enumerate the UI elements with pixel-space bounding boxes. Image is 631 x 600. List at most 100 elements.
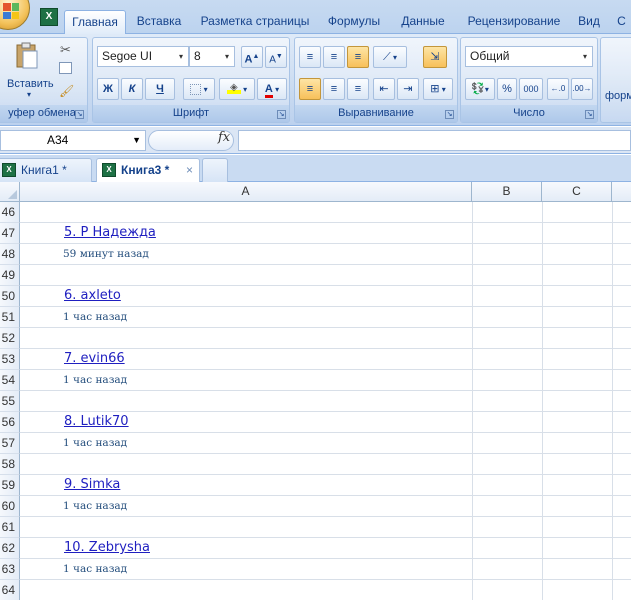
align-middle-button[interactable]: ≡ xyxy=(323,46,345,68)
fill-color-button[interactable]: ◈ ▾ xyxy=(219,78,255,100)
paste-dropdown-icon[interactable]: ▾ xyxy=(27,90,31,99)
column-header-b[interactable]: B xyxy=(472,182,542,202)
currency-button[interactable]: 💱▾ xyxy=(465,78,495,100)
row-header[interactable]: 46 xyxy=(0,202,20,223)
table-row[interactable] xyxy=(20,328,631,349)
number-launcher-icon[interactable]: ↘ xyxy=(585,110,594,119)
font-color-button[interactable]: A ▾ xyxy=(257,78,287,100)
align-right-button[interactable]: ≡ xyxy=(347,78,369,100)
row-header[interactable]: 54 xyxy=(0,370,20,391)
row-header[interactable]: 47 xyxy=(0,223,20,244)
row-header[interactable]: 60 xyxy=(0,496,20,517)
time-ago-cell: 1 час назад xyxy=(63,374,128,386)
column-header-a[interactable]: A xyxy=(20,182,472,202)
user-link-cell[interactable]: 10. Zebrysha xyxy=(64,538,150,558)
font-size-combo[interactable]: 8 ▾ xyxy=(189,46,235,67)
decrease-decimal-button[interactable]: .00→ xyxy=(571,78,593,100)
table-row[interactable] xyxy=(20,265,631,286)
thousands-button[interactable]: 000 xyxy=(519,78,543,100)
orientation-button[interactable]: ⟋ ▾ xyxy=(373,46,407,68)
tab-home[interactable]: Главная xyxy=(64,10,126,35)
align-bottom-button[interactable]: ≡ xyxy=(347,46,369,68)
number-group: Общий ▾ 💱▾ % 000 ←.0 .00→ Число ↘ xyxy=(460,37,598,123)
name-box[interactable]: A34 ▼ xyxy=(0,130,146,151)
chevron-down-icon[interactable]: ▾ xyxy=(578,47,592,66)
user-link-cell[interactable]: 8. Lutik70 xyxy=(64,412,129,432)
cut-icon[interactable]: ✂ xyxy=(60,42,71,58)
align-left-button[interactable]: ≡ xyxy=(299,78,321,100)
decrease-indent-button[interactable]: ⇤ xyxy=(373,78,395,100)
wrap-text-button[interactable]: ⇲ xyxy=(423,46,447,68)
row-header[interactable]: 51 xyxy=(0,307,20,328)
format-painter-icon[interactable]: 🖌 xyxy=(59,84,74,98)
percent-button[interactable]: % xyxy=(497,78,517,100)
chevron-down-icon[interactable]: ▾ xyxy=(220,47,234,66)
font-launcher-icon[interactable]: ↘ xyxy=(277,110,286,119)
table-row[interactable] xyxy=(20,391,631,412)
tab-page-layout[interactable]: Разметка страницы xyxy=(196,10,314,34)
row-header[interactable]: 48 xyxy=(0,244,20,265)
increase-decimal-button[interactable]: ←.0 xyxy=(547,78,569,100)
office-button[interactable] xyxy=(0,0,30,30)
workbook-tab-kniga3[interactable]: X Книга3 * × xyxy=(96,158,200,182)
insert-function-icon[interactable]: fx xyxy=(218,130,230,145)
row-header[interactable]: 58 xyxy=(0,454,20,475)
table-row[interactable] xyxy=(20,580,631,600)
increase-indent-button[interactable]: ⇥ xyxy=(397,78,419,100)
row-header[interactable]: 57 xyxy=(0,433,20,454)
time-ago-cell: 1 час назад xyxy=(63,500,128,512)
merge-cells-button[interactable]: ⊞ ▾ xyxy=(423,78,453,100)
workbook-tab-kniga1[interactable]: X Книга1 * xyxy=(0,158,92,182)
row-header[interactable]: 63 xyxy=(0,559,20,580)
tab-data[interactable]: Данные xyxy=(396,10,450,34)
bold-button[interactable]: Ж xyxy=(97,78,119,100)
row-header[interactable]: 49 xyxy=(0,265,20,286)
conditional-format-label[interactable]: форм xyxy=(605,90,631,102)
align-top-button[interactable]: ≡ xyxy=(299,46,321,68)
row-header[interactable]: 55 xyxy=(0,391,20,412)
chevron-down-icon[interactable]: ▾ xyxy=(174,47,188,66)
row-header[interactable]: 52 xyxy=(0,328,20,349)
row-header[interactable]: 50 xyxy=(0,286,20,307)
grow-font-button[interactable]: A▲ xyxy=(241,46,263,68)
clipboard-group: Вставить ▾ ✂ 🖌 уфер обмена ↘ xyxy=(0,37,88,123)
paste-label[interactable]: Вставить xyxy=(7,78,54,90)
row-header[interactable]: 56 xyxy=(0,412,20,433)
column-header-c[interactable]: C xyxy=(542,182,612,202)
user-link-cell[interactable]: 5. Р Надежда xyxy=(64,223,156,243)
tab-view[interactable]: Вид xyxy=(574,10,604,34)
table-row[interactable] xyxy=(20,202,631,223)
table-row[interactable] xyxy=(20,454,631,475)
table-row[interactable] xyxy=(20,517,631,538)
paste-icon[interactable] xyxy=(15,42,39,70)
column-header-d[interactable] xyxy=(612,182,631,202)
borders-button[interactable]: ▾ xyxy=(183,78,215,100)
user-link-cell[interactable]: 7. evin66 xyxy=(64,349,125,369)
alignment-launcher-icon[interactable]: ↘ xyxy=(445,110,454,119)
row-header[interactable]: 53 xyxy=(0,349,20,370)
align-center-button[interactable]: ≡ xyxy=(323,78,345,100)
row-header[interactable]: 59 xyxy=(0,475,20,496)
formula-input[interactable] xyxy=(238,130,631,151)
tab-partial[interactable]: С xyxy=(612,10,631,34)
user-link-cell[interactable]: 6. axleto xyxy=(64,286,121,306)
tab-insert[interactable]: Вставка xyxy=(132,10,186,34)
font-name-combo[interactable]: Segoe UI ▾ xyxy=(97,46,189,67)
new-workbook-tab[interactable] xyxy=(202,158,228,182)
number-format-combo[interactable]: Общий ▾ xyxy=(465,46,593,67)
close-icon[interactable]: × xyxy=(186,159,193,181)
row-header[interactable]: 62 xyxy=(0,538,20,559)
italic-button[interactable]: К xyxy=(121,78,143,100)
row-header[interactable]: 64 xyxy=(0,580,20,600)
excel-app-icon[interactable]: X xyxy=(40,8,58,26)
tab-formulas[interactable]: Формулы xyxy=(322,10,386,34)
shrink-font-button[interactable]: A▼ xyxy=(265,46,287,68)
user-link-cell[interactable]: 9. Simka xyxy=(64,475,120,495)
copy-icon[interactable] xyxy=(59,62,72,74)
select-all-corner[interactable] xyxy=(0,182,20,202)
row-header[interactable]: 61 xyxy=(0,517,20,538)
chevron-down-icon[interactable]: ▼ xyxy=(132,131,141,150)
underline-button[interactable]: Ч xyxy=(145,78,175,100)
clipboard-launcher-icon[interactable]: ↘ xyxy=(75,110,84,119)
tab-review[interactable]: Рецензирование xyxy=(462,10,566,34)
